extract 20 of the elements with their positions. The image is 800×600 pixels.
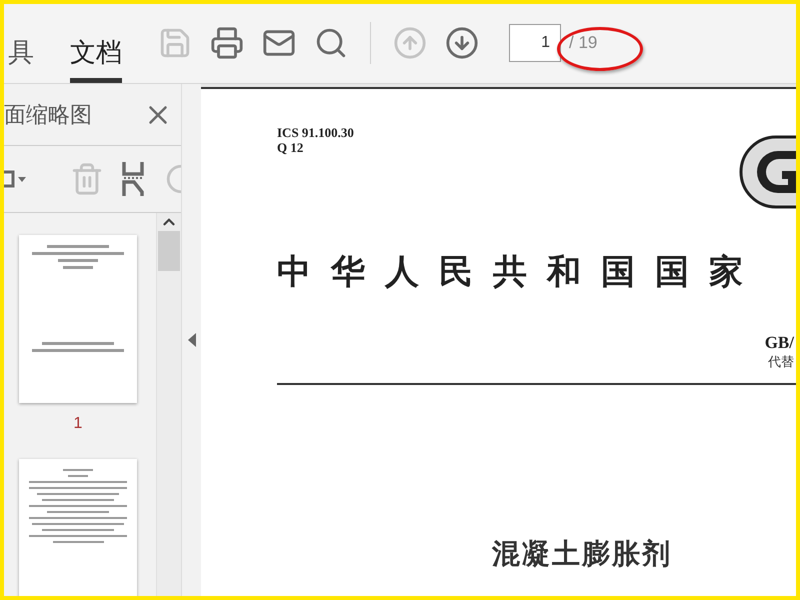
classification-code: Q 12 bbox=[277, 140, 304, 155]
scrollbar-thumb[interactable] bbox=[158, 231, 180, 271]
page-thumbnail[interactable] bbox=[19, 459, 137, 596]
search-icon[interactable] bbox=[314, 26, 348, 60]
page-count: / 19 bbox=[569, 33, 598, 53]
panel-title: 面缩略图 bbox=[4, 100, 92, 128]
tab[interactable]: 具 bbox=[8, 13, 34, 83]
page-number-field[interactable]: 1 bbox=[509, 24, 561, 62]
collapse-arrow-icon[interactable] bbox=[188, 333, 196, 347]
document-heading: 中华人民共和国国家 bbox=[277, 252, 764, 293]
page-thumbnail[interactable] bbox=[19, 235, 137, 403]
standard-number: GB/ bbox=[764, 333, 794, 353]
printer-icon[interactable] bbox=[210, 26, 244, 60]
replaces-note: 代替 bbox=[768, 353, 794, 371]
product-title: 混凝土膨胀剂 bbox=[492, 537, 673, 571]
arrow-down-circle-icon[interactable] bbox=[445, 26, 479, 60]
ics-code: ICS 91.100.30 bbox=[277, 125, 354, 140]
page-label: 1 bbox=[74, 415, 82, 433]
page-options-icon[interactable] bbox=[4, 169, 26, 189]
extract-pages-icon[interactable] bbox=[122, 162, 146, 196]
